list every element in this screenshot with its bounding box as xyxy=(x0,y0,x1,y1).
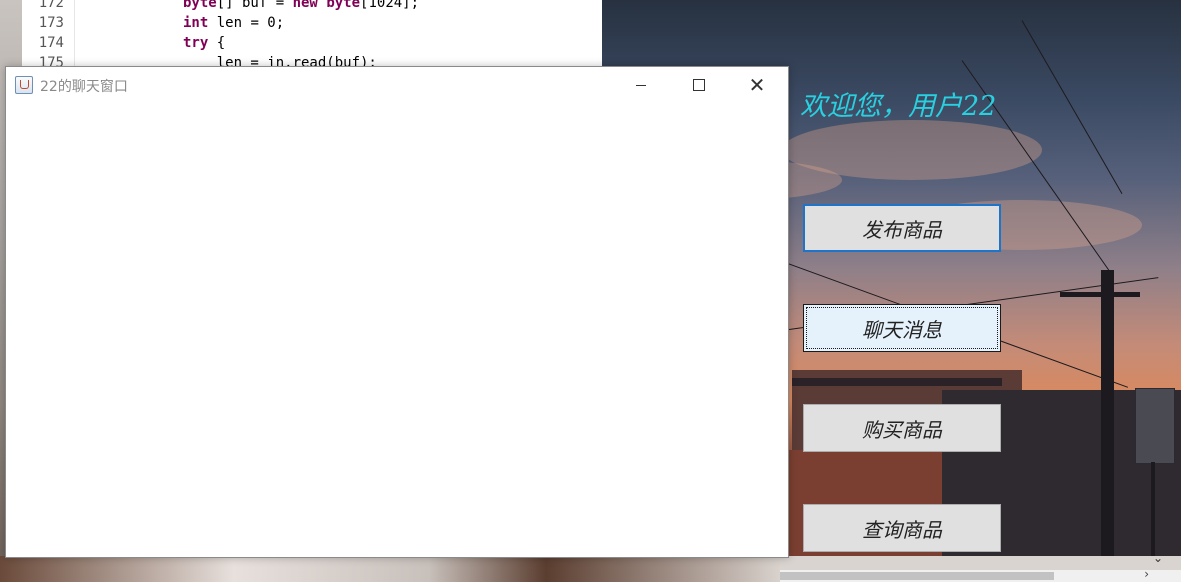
chat-window-titlebar[interactable]: 22的聊天窗口 ✕ xyxy=(6,67,788,103)
chat-window[interactable]: 22的聊天窗口 ✕ xyxy=(5,66,789,558)
scroll-right-icon[interactable]: › xyxy=(1144,567,1149,581)
code-keyword: byte xyxy=(326,0,361,11)
search-goods-button[interactable]: 查询商品 xyxy=(803,504,1001,552)
minimize-icon[interactable] xyxy=(612,67,670,103)
code-line[interactable]: byte[] buf = new byte[1024]; xyxy=(183,0,419,13)
code-text: [] buf = xyxy=(216,0,293,11)
code-keyword: try xyxy=(183,35,209,51)
welcome-label: 欢迎您，用户22 xyxy=(800,91,997,122)
chat-messages-button[interactable]: 聊天消息 xyxy=(803,304,1001,352)
publish-goods-button[interactable]: 发布商品 xyxy=(803,204,1001,252)
chat-window-title: 22的聊天窗口 xyxy=(40,79,128,95)
line-number: 174 xyxy=(38,35,64,51)
code-line[interactable]: try { xyxy=(183,33,225,53)
line-number: 172 xyxy=(38,0,64,11)
code-editor[interactable]: 172 byte[] buf = new byte[1024]; 173 int le… xyxy=(22,0,602,70)
java-app-icon xyxy=(15,76,33,94)
code-text: len = 0; xyxy=(208,15,285,31)
code-text: { xyxy=(208,35,226,51)
code-keyword: int xyxy=(183,15,209,31)
line-number: 173 xyxy=(38,15,64,31)
scroll-down-icon[interactable]: ⌄ xyxy=(1153,551,1163,565)
buy-goods-button[interactable]: 购买商品 xyxy=(803,404,1001,452)
desktop-background-bottom xyxy=(0,556,780,582)
horizontal-scrollbar[interactable]: › xyxy=(780,567,1181,582)
chat-content-area xyxy=(6,103,788,557)
code-text: [1024]; xyxy=(360,0,420,11)
scrollbar-thumb[interactable] xyxy=(780,572,1054,580)
maximize-icon[interactable] xyxy=(670,67,728,103)
code-line[interactable]: int len = 0; xyxy=(183,13,284,33)
close-icon[interactable]: ✕ xyxy=(728,67,786,103)
code-keyword: new xyxy=(292,0,318,11)
code-keyword: byte xyxy=(183,0,217,11)
